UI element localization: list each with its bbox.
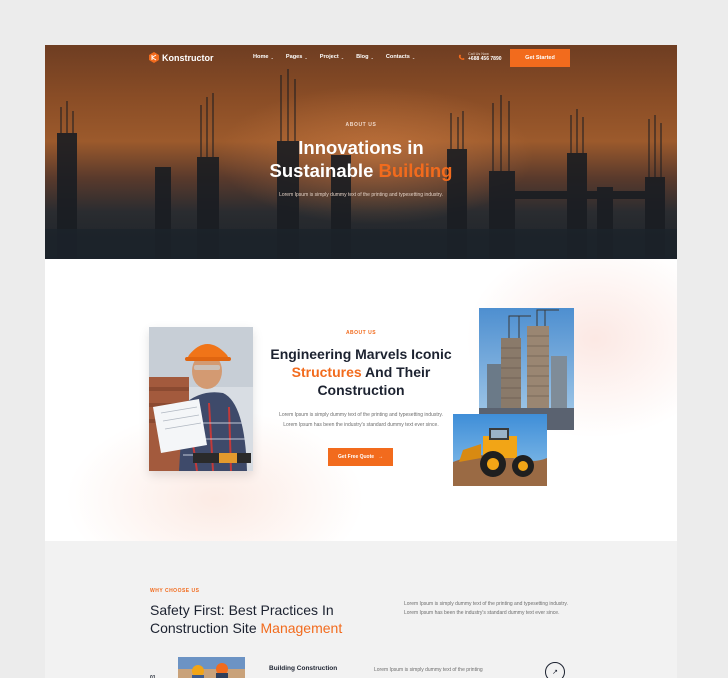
menu-item-label: Contacts [385,54,410,60]
hero-title: Innovations in Sustainable Building [45,136,677,182]
hero-subtitle: Lorem Ipsum is simply dummy text of the … [279,192,443,198]
arrow-right-icon: → [378,454,384,460]
chevron-down-icon: ⌄ [340,54,345,60]
call-text: Call Us Now +688 456 7890 [468,52,502,62]
about-title: Engineering Marvels Iconic Structures An… [245,345,477,399]
get-free-quote-button[interactable]: Get Free Quote → [328,448,393,466]
call-us[interactable]: Call Us Now +688 456 7890 [458,52,502,62]
menu-item-blog[interactable]: Blog ⌄ [356,54,374,60]
skyscraper-photo [479,308,574,430]
service-title[interactable]: Building Construction [269,665,337,672]
arrow-up-right-icon[interactable]: ↗ [545,662,565,678]
brand-logo[interactable]: Konstructor [149,52,214,63]
why-title-line1: Safety First: Best Practices In [150,602,334,618]
top-navigation: Konstructor Home ⌄ Pages ⌄ Project ⌄ Blog ⌄ … [45,45,677,73]
why-title-line2: Construction Site [150,620,261,636]
why-choose-us-section: WHY CHOOSE US Safety First: Best Practic… [45,541,677,678]
why-body: Lorem Ipsum is simply dummy text of the … [404,601,568,616]
chevron-down-icon: ⌄ [270,54,274,60]
menu-item-project[interactable]: Project ⌄ [320,54,344,60]
why-title: Safety First: Best Practices In Construc… [150,601,410,637]
service-text: Lorem Ipsum is simply dummy text of the … [374,667,483,673]
call-number[interactable]: +688 456 7890 [468,56,502,62]
menu-item-contacts[interactable]: Contacts ⌄ [386,54,415,60]
about-title-line3: Construction [317,382,405,398]
logo-text: Konstructor [162,52,214,63]
hero-eyebrow: ABOUT US [345,122,377,128]
why-title-accent: Management [260,620,343,636]
hero-section: Konstructor Home ⌄ Pages ⌄ Project ⌄ Blog ⌄ … [45,45,677,259]
about-title-line1: Engineering Marvels Iconic [270,346,452,362]
about-eyebrow: ABOUT US [345,330,377,336]
chevron-down-icon: ⌄ [411,54,416,60]
about-title-line2: And Their [361,364,431,380]
hero-title-accent: Building [378,160,453,181]
hero-title-line2: Sustainable [269,160,379,181]
chevron-down-icon: ⌄ [304,54,308,60]
logo-mark-icon [149,52,159,63]
worker-photo [149,327,253,471]
service-photo [178,657,245,678]
about-title-accent: Structures [291,364,362,380]
menu-item-pages[interactable]: Pages ⌄ [286,54,308,60]
main-menu: Home ⌄ Pages ⌄ Project ⌄ Blog ⌄ Contacts ⌄ [253,54,415,60]
get-started-button[interactable]: Get Started [510,49,570,67]
why-eyebrow: WHY CHOOSE US [150,588,200,594]
bulldozer-photo [453,414,547,486]
about-body: Lorem Ipsum is simply dummy text of the … [279,412,443,428]
menu-item-home[interactable]: Home ⌄ [253,54,274,60]
menu-item-label: Home [253,54,269,60]
menu-item-label: Project [319,54,339,60]
about-section: ABOUT US Engineering Marvels Iconic Stru… [45,259,677,541]
button-label: Get Free Quote [337,454,375,460]
menu-item-label: Pages [285,54,303,60]
phone-icon [458,54,465,60]
hero-title-line1: Innovations in [298,137,424,158]
menu-item-label: Blog [356,54,369,60]
landing-page: Konstructor Home ⌄ Pages ⌄ Project ⌄ Blog ⌄ … [45,45,677,678]
chevron-down-icon: ⌄ [370,54,374,60]
